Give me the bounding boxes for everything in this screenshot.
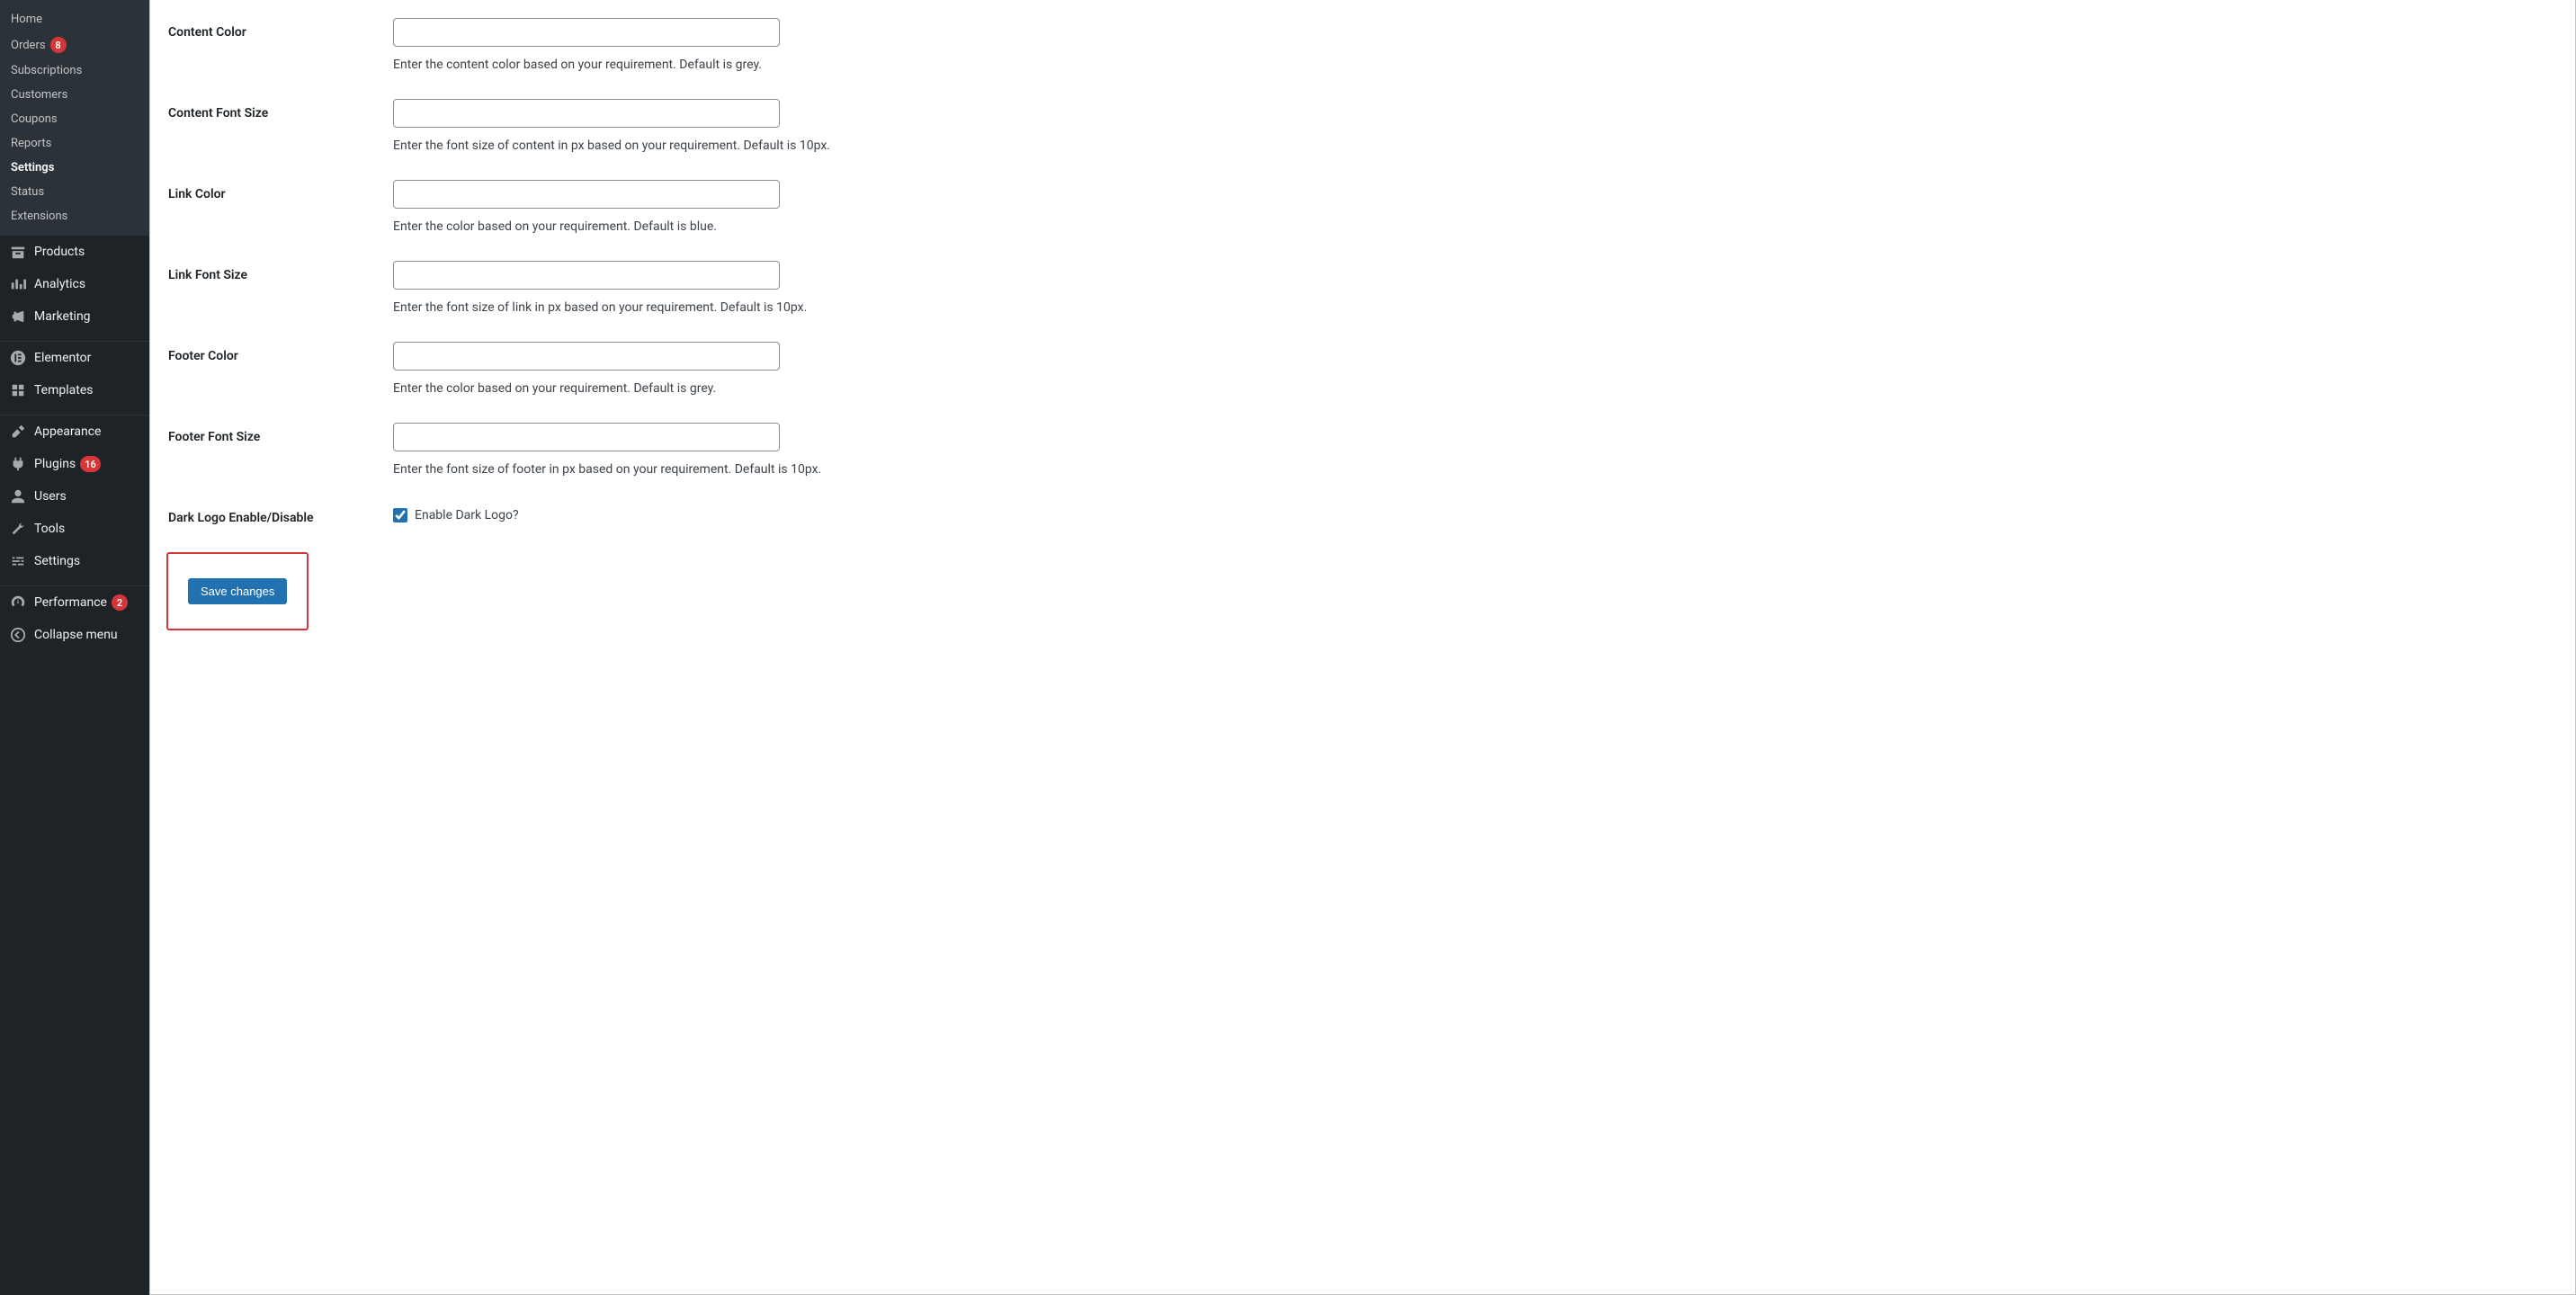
form-field: Enter the font size of footer in px base… bbox=[393, 423, 2557, 477]
sidebar-item-label: Templates bbox=[34, 383, 94, 397]
templates-icon bbox=[9, 381, 27, 399]
sidebar-item-plugins[interactable]: Plugins 16 bbox=[0, 448, 149, 480]
sidebar-item-status[interactable]: Status bbox=[0, 180, 149, 204]
form-field: Enter the color based on your requiremen… bbox=[393, 342, 2557, 396]
save-button-highlight: Save changes bbox=[166, 552, 309, 630]
sidebar-item-subscriptions[interactable]: Subscriptions bbox=[0, 58, 149, 83]
sidebar-item-label: Subscriptions bbox=[11, 64, 82, 77]
link-font-size-input[interactable] bbox=[393, 261, 780, 290]
form-label: Footer Font Size bbox=[168, 423, 393, 477]
form-row-content-font-size: Content Font Size Enter the font size of… bbox=[150, 81, 2575, 162]
form-row-link-color: Link Color Enter the color based on your… bbox=[150, 162, 2575, 243]
performance-badge: 2 bbox=[112, 594, 128, 611]
sidebar-item-label: Products bbox=[34, 245, 85, 259]
dark-logo-checkbox[interactable] bbox=[393, 508, 407, 522]
form-description: Enter the font size of footer in px base… bbox=[393, 462, 2557, 477]
save-changes-button[interactable]: Save changes bbox=[188, 578, 287, 604]
elementor-icon bbox=[9, 349, 27, 367]
checkbox-label: Enable Dark Logo? bbox=[415, 508, 519, 522]
content-color-input[interactable] bbox=[393, 18, 780, 47]
content-font-size-input[interactable] bbox=[393, 99, 780, 128]
form-label: Link Font Size bbox=[168, 261, 393, 315]
sidebar-item-marketing[interactable]: Marketing bbox=[0, 300, 149, 333]
sidebar-item-label: Settings bbox=[34, 554, 80, 568]
sidebar-item-collapse[interactable]: Collapse menu bbox=[0, 619, 149, 651]
form-description: Enter the color based on your requiremen… bbox=[393, 381, 2557, 396]
sidebar-item-label: Analytics bbox=[34, 277, 85, 291]
sidebar-item-settings[interactable]: Settings bbox=[0, 156, 149, 180]
settings-panel: Content Color Enter the content color ba… bbox=[149, 0, 2576, 1295]
footer-color-input[interactable] bbox=[393, 342, 780, 371]
sidebar-item-coupons[interactable]: Coupons bbox=[0, 107, 149, 131]
footer-font-size-input[interactable] bbox=[393, 423, 780, 451]
main-content: Content Color Enter the content color ba… bbox=[149, 0, 2576, 1295]
checkbox-wrapper: Enable Dark Logo? bbox=[393, 504, 2557, 522]
form-label: Link Color bbox=[168, 180, 393, 234]
gauge-icon bbox=[9, 594, 27, 612]
form-field: Enter the content color based on your re… bbox=[393, 18, 2557, 72]
form-description: Enter the content color based on your re… bbox=[393, 58, 2557, 72]
form-label: Dark Logo Enable/Disable bbox=[168, 504, 393, 525]
admin-sidebar: Home Orders 8 Subscriptions Customers Co… bbox=[0, 0, 149, 1295]
sidebar-item-label: Users bbox=[34, 489, 67, 504]
form-description: Enter the font size of link in px based … bbox=[393, 300, 2557, 315]
sidebar-item-appearance[interactable]: Appearance bbox=[0, 415, 149, 448]
archive-icon bbox=[9, 243, 27, 261]
wrench-icon bbox=[9, 520, 27, 538]
sidebar-item-label: Collapse menu bbox=[34, 628, 118, 642]
sidebar-item-elementor[interactable]: Elementor bbox=[0, 342, 149, 374]
orders-badge: 8 bbox=[50, 37, 67, 53]
sidebar-item-label: Home bbox=[11, 13, 42, 26]
sidebar-item-label: Coupons bbox=[11, 112, 58, 126]
sidebar-item-templates[interactable]: Templates bbox=[0, 374, 149, 406]
megaphone-icon bbox=[9, 308, 27, 326]
sidebar-item-tools[interactable]: Tools bbox=[0, 513, 149, 545]
sidebar-item-label: Status bbox=[11, 185, 44, 199]
user-icon bbox=[9, 487, 27, 505]
link-color-input[interactable] bbox=[393, 180, 780, 209]
sidebar-item-label: Reports bbox=[11, 137, 51, 150]
form-description: Enter the color based on your requiremen… bbox=[393, 219, 2557, 234]
sidebar-item-label: Settings bbox=[11, 161, 54, 174]
form-row-footer-color: Footer Color Enter the color based on yo… bbox=[150, 324, 2575, 405]
sidebar-item-admin-settings[interactable]: Settings bbox=[0, 545, 149, 577]
sidebar-item-label: Tools bbox=[34, 522, 65, 536]
sidebar-item-label: Extensions bbox=[11, 210, 67, 223]
form-field: Enter the font size of content in px bas… bbox=[393, 99, 2557, 153]
form-row-footer-font-size: Footer Font Size Enter the font size of … bbox=[150, 405, 2575, 486]
sidebar-item-label: Performance bbox=[34, 595, 107, 610]
sidebar-item-label: Marketing bbox=[34, 309, 91, 324]
sidebar-item-customers[interactable]: Customers bbox=[0, 83, 149, 107]
sliders-icon bbox=[9, 552, 27, 570]
form-label: Content Font Size bbox=[168, 99, 393, 153]
sidebar-item-orders[interactable]: Orders 8 bbox=[0, 31, 149, 58]
form-field: Enter the font size of link in px based … bbox=[393, 261, 2557, 315]
chart-icon bbox=[9, 275, 27, 293]
sidebar-submenu: Home Orders 8 Subscriptions Customers Co… bbox=[0, 0, 149, 236]
form-label: Footer Color bbox=[168, 342, 393, 396]
plug-icon bbox=[9, 455, 27, 473]
sidebar-item-label: Elementor bbox=[34, 351, 91, 365]
form-field: Enable Dark Logo? bbox=[393, 504, 2557, 525]
form-field: Enter the color based on your requiremen… bbox=[393, 180, 2557, 234]
form-label: Content Color bbox=[168, 18, 393, 72]
sidebar-item-label: Plugins bbox=[34, 457, 76, 471]
sidebar-item-users[interactable]: Users bbox=[0, 480, 149, 513]
collapse-icon bbox=[9, 626, 27, 644]
sidebar-item-extensions[interactable]: Extensions bbox=[0, 204, 149, 228]
sidebar-item-label: Customers bbox=[11, 88, 67, 102]
sidebar-item-analytics[interactable]: Analytics bbox=[0, 268, 149, 300]
form-row-content-color: Content Color Enter the content color ba… bbox=[150, 0, 2575, 81]
brush-icon bbox=[9, 423, 27, 441]
sidebar-item-home[interactable]: Home bbox=[0, 7, 149, 31]
sidebar-item-label: Orders bbox=[11, 39, 46, 52]
sidebar-item-reports[interactable]: Reports bbox=[0, 131, 149, 156]
form-row-link-font-size: Link Font Size Enter the font size of li… bbox=[150, 243, 2575, 324]
form-description: Enter the font size of content in px bas… bbox=[393, 138, 2557, 153]
plugins-badge: 16 bbox=[80, 456, 101, 472]
sidebar-item-label: Appearance bbox=[34, 424, 101, 439]
sidebar-item-products[interactable]: Products bbox=[0, 236, 149, 268]
form-row-dark-logo: Dark Logo Enable/Disable Enable Dark Log… bbox=[150, 486, 2575, 534]
sidebar-item-performance[interactable]: Performance 2 bbox=[0, 586, 149, 619]
